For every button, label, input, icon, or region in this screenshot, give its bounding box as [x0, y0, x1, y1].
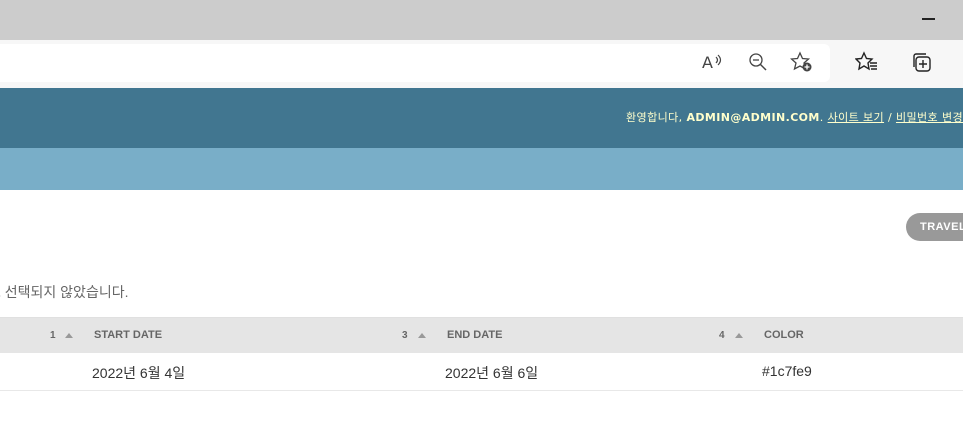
separator: / — [884, 111, 896, 124]
status-message: 도 선택되지 않았습니다. — [0, 284, 129, 300]
sort-ascending-icon[interactable] — [65, 333, 73, 338]
breadcrumbs-bar — [0, 148, 963, 190]
favorites-icon[interactable] — [855, 50, 879, 74]
column-header-color[interactable]: COLOR — [764, 329, 804, 341]
sort-ascending-icon[interactable] — [735, 333, 743, 338]
username: ADMIN@ADMIN.COM — [686, 111, 820, 124]
color-cell: #1c7fe9 — [762, 363, 812, 379]
end-date-cell: 2022년 6월 6일 — [445, 365, 539, 381]
change-password-link[interactable]: 비밀번호 변경 — [896, 111, 963, 124]
welcome-text: 환영합니다, — [626, 111, 687, 124]
start-date-cell: 2022년 6월 4일 — [92, 365, 186, 381]
view-site-link[interactable]: 사이트 보기 — [828, 111, 885, 124]
browser-title-bar — [0, 0, 963, 40]
sort-ascending-icon[interactable] — [418, 333, 426, 338]
svg-text:A: A — [702, 53, 713, 72]
separator: . — [819, 111, 828, 124]
column-header-start-date[interactable]: START DATE — [94, 329, 162, 341]
minimize-button[interactable] — [922, 18, 935, 20]
browser-toolbar: A — [0, 40, 963, 88]
add-travel-button[interactable]: TRAVEL — [906, 213, 963, 241]
table-header: 1 START DATE 3 END DATE 4 COLOR — [0, 317, 963, 354]
sort-priority: 3 — [402, 330, 408, 341]
column-header-end-date[interactable]: END DATE — [447, 329, 502, 341]
table-row: 2022년 6월 4일 2022년 6월 6일 #1c7fe9 — [0, 353, 963, 391]
user-tools: 환영합니다, ADMIN@ADMIN.COM. 사이트 보기 / 비밀번호 변경 — [626, 109, 963, 125]
read-aloud-icon[interactable]: A — [700, 50, 724, 74]
collections-icon[interactable] — [910, 50, 934, 74]
sort-priority: 4 — [719, 330, 725, 341]
sort-priority: 1 — [50, 330, 56, 341]
zoom-out-icon[interactable] — [746, 50, 770, 74]
add-favorite-icon[interactable] — [790, 50, 814, 74]
